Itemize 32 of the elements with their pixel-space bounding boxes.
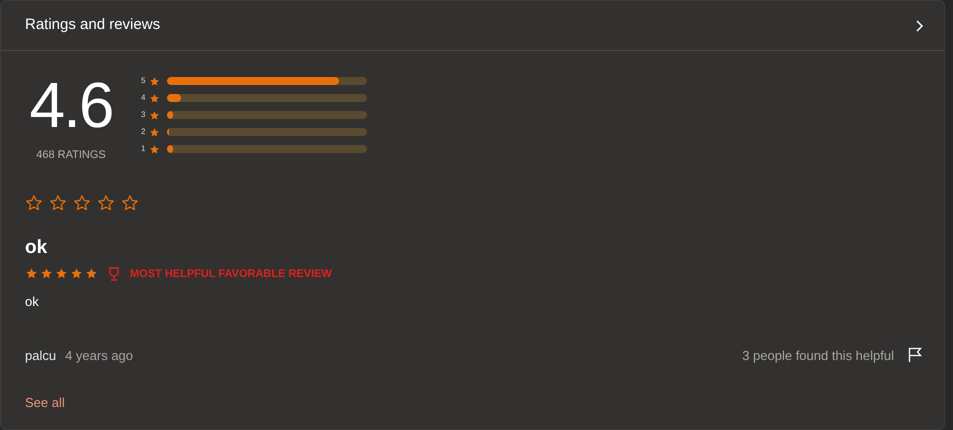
review-body: ok xyxy=(25,293,39,311)
review-title: ok xyxy=(25,236,48,260)
star-label: 5 xyxy=(141,75,146,87)
star-icon xyxy=(40,267,53,280)
star-label: 2 xyxy=(141,126,146,138)
star-icon xyxy=(149,110,160,120)
star-icon xyxy=(85,267,98,280)
star-icon xyxy=(121,194,139,212)
star-icon xyxy=(55,267,68,280)
star-icon xyxy=(73,194,91,212)
star-label: 4 xyxy=(141,92,146,104)
star-icon xyxy=(70,267,83,280)
ratings-count: 468 RATINGS xyxy=(36,148,106,163)
review-author: palcu xyxy=(25,346,56,365)
star-label: 3 xyxy=(141,109,146,121)
helpful-count: 3 people found this helpful xyxy=(742,346,894,365)
star-icon xyxy=(25,267,38,280)
star-icon xyxy=(97,194,115,212)
star-label: 1 xyxy=(141,143,146,155)
flag-icon[interactable] xyxy=(908,347,922,364)
review-highlight-label: MOST HELPFUL FAVORABLE REVIEW xyxy=(130,266,332,282)
average-rating: 4.6 xyxy=(30,73,112,137)
star-icon xyxy=(149,144,160,154)
star-icon xyxy=(49,194,67,212)
star-icon xyxy=(149,126,160,138)
section-title: Ratings and reviews xyxy=(25,15,160,36)
star-icon xyxy=(149,92,160,104)
star-icon xyxy=(25,194,43,212)
review-time: 4 years ago xyxy=(65,346,134,365)
trophy-icon xyxy=(108,266,120,281)
see-all-link[interactable]: See all xyxy=(25,393,65,412)
star-icon xyxy=(149,76,160,86)
